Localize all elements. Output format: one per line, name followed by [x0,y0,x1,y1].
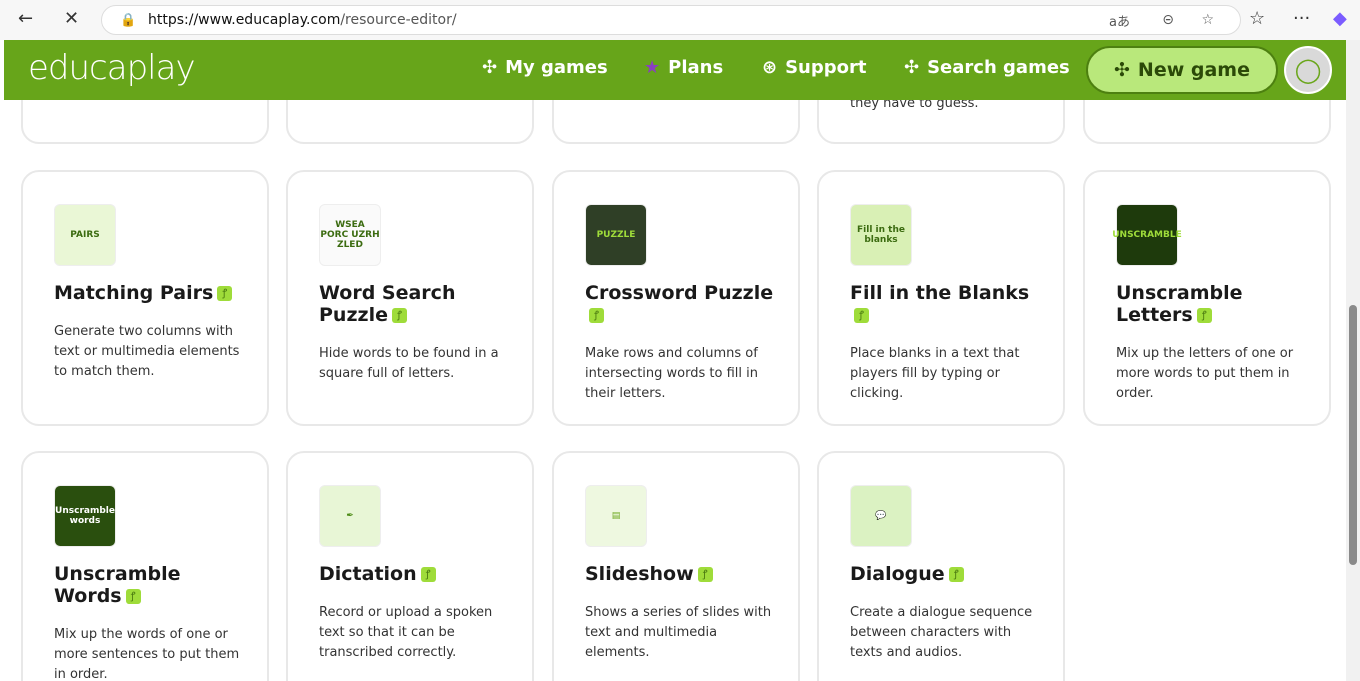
card-description: Place blanks in a text that players fill… [850,346,1020,401]
card-description: Shows a series of slides with text and m… [585,605,772,660]
nav-label: Plans [668,57,724,78]
favorite-star-icon[interactable]: ☆ [1201,12,1214,28]
game-card[interactable]: UNSCRAMBLE Unscramble Letters ꝭ Mix up th… [1083,170,1331,426]
title-text: Fill in the Blanks [850,282,1030,304]
user-icon: ◯ [1294,56,1322,84]
game-icon: ▤ [585,485,647,547]
game-icon: Fill in the blanks [850,204,912,266]
card-description: Mix up the words of one or more sentence… [54,627,240,681]
nav-support[interactable]: ⊛ Support [762,57,867,78]
game-card[interactable]: WSEA PORC UZRH ZLED Word Search Puzzle ꝭ … [286,170,534,426]
back-icon[interactable]: ← [18,8,33,29]
stop-loading-icon[interactable]: ✕ [64,8,79,29]
game-card[interactable]: PUZZLE Crossword Puzzle ꝭ Make rows and c… [552,170,800,426]
game-icon: ✒ [319,485,381,547]
icon-label: 💬 [875,511,887,521]
title-text: Unscramble Letters [1116,282,1243,326]
premium-badge-icon: ꝭ [420,567,436,582]
url-host: https://www.educaplay.com [148,12,341,28]
premium-badge-icon: ꝭ [697,567,713,582]
title-text: Crossword Puzzle [585,282,774,304]
card-title: Word Search Puzzle ꝭ [319,282,519,326]
card-title: Matching Pairs ꝭ [54,282,254,304]
premium-badge-icon: ꝭ [589,308,604,323]
premium-badge-icon: ꝭ [125,589,141,604]
reading-icon[interactable]: ⊝ [1162,12,1174,28]
card-title: Slideshow ꝭ [585,563,785,585]
puzzle-icon: ✣ [482,57,498,78]
icon-label: PUZZLE [596,230,636,240]
site-header: educaplay ✣ My games ★ Plans ⊛ Support ✣ Sea… [4,40,1346,100]
card-title: Crossword Puzzle ꝭ [585,282,785,326]
user-avatar[interactable]: ◯ [1284,46,1332,94]
premium-badge-icon: ꝭ [217,286,233,301]
game-card[interactable]: Unscramble words Unscramble Words ꝭ Mix u… [21,451,269,681]
game-icon: UNSCRAMBLE [1112,204,1182,266]
card-title: Unscramble Letters ꝭ [1116,282,1316,326]
favorites-icon[interactable]: ☆ [1249,8,1265,29]
lifebuoy-icon: ⊛ [762,57,778,78]
icon-label: ▤ [611,511,621,521]
lock-icon: 🔒 [120,12,137,28]
nav-label: Search games [927,57,1070,78]
card-title: Dictation ꝭ [319,563,519,585]
card-title: Fill in the Blanks ꝭ [850,282,1050,326]
title-text: Slideshow [585,563,694,585]
game-icon: 💬 [850,485,912,547]
nav-plans[interactable]: ★ Plans [644,57,723,78]
browser-toolbar: ← ✕ 🔒 https://www.educaplay.com/resource… [0,0,1360,40]
new-game-label: New game [1137,59,1250,81]
search-puzzle-icon: ✣ [904,57,920,78]
game-card[interactable]: 💬 Dialogue ꝭ Create a dialogue sequence b… [817,451,1065,681]
card-title: Dialogue ꝭ [850,563,1050,585]
icon-label: ✒ [346,511,354,521]
scrollbar[interactable] [1346,40,1360,681]
icon-label: Unscramble words [55,506,115,526]
title-text: Word Search Puzzle [319,282,456,326]
copilot-icon[interactable]: ◆ [1333,8,1347,29]
card-description: Record or upload a spoken text so that i… [319,605,493,660]
game-card[interactable]: PAIRS Matching Pairs ꝭ Generate two colum… [21,170,269,426]
address-bar[interactable]: 🔒 https://www.educaplay.com/resource-edi… [101,5,1241,35]
card-description: Hide words to be found in a square full … [319,346,499,381]
premium-badge-icon: ꝭ [1196,308,1212,323]
game-icon: Unscramble words [54,485,116,547]
card-description: Generate two columns with text or multim… [54,324,240,379]
card-description: Make rows and columns of intersecting wo… [585,346,758,401]
icon-label: PAIRS [70,230,100,240]
logo[interactable]: educaplay [28,48,196,88]
page: educaplay ✣ My games ★ Plans ⊛ Support ✣ Sea… [0,40,1346,681]
star-icon: ★ [644,57,661,78]
game-icon: WSEA PORC UZRH ZLED [319,204,381,266]
premium-badge-icon: ꝭ [391,308,407,323]
scrollbar-thumb[interactable] [1349,305,1357,565]
card-description: Mix up the letters of one or more words … [1116,346,1294,401]
nav-search-games[interactable]: ✣ Search games [904,57,1070,78]
premium-badge-icon: ꝭ [854,308,869,323]
url-path: /resource-editor/ [340,12,457,28]
nav-my-games[interactable]: ✣ My games [482,57,608,78]
game-card[interactable]: ▤ Slideshow ꝭ Shows a series of slides wi… [552,451,800,681]
puzzle-plus-icon: ✣ [1114,59,1130,81]
card-title: Unscramble Words ꝭ [54,563,254,607]
title-text: Matching Pairs [54,282,214,304]
card-description: Create a dialogue sequence between chara… [850,605,1033,660]
translate-icon[interactable]: aあ [1109,11,1130,30]
more-menu-icon[interactable]: ··· [1293,8,1310,29]
nav-label: My games [505,57,608,78]
icon-label: WSEA PORC UZRH ZLED [320,220,380,250]
nav-label: Support [785,57,867,78]
game-icon: PAIRS [54,204,116,266]
new-game-button[interactable]: ✣ New game [1086,46,1278,94]
icon-label: UNSCRAMBLE [1112,230,1182,240]
title-text: Dialogue [850,563,945,585]
game-card[interactable]: Fill in the blanks Fill in the Blanks ꝭ P… [817,170,1065,426]
icon-label: Fill in the blanks [857,225,905,245]
title-text: Unscramble Words [54,563,181,607]
title-text: Dictation [319,563,417,585]
premium-badge-icon: ꝭ [948,567,964,582]
game-card[interactable]: ✒ Dictation ꝭ Record or upload a spoken t… [286,451,534,681]
game-icon: PUZZLE [585,204,647,266]
